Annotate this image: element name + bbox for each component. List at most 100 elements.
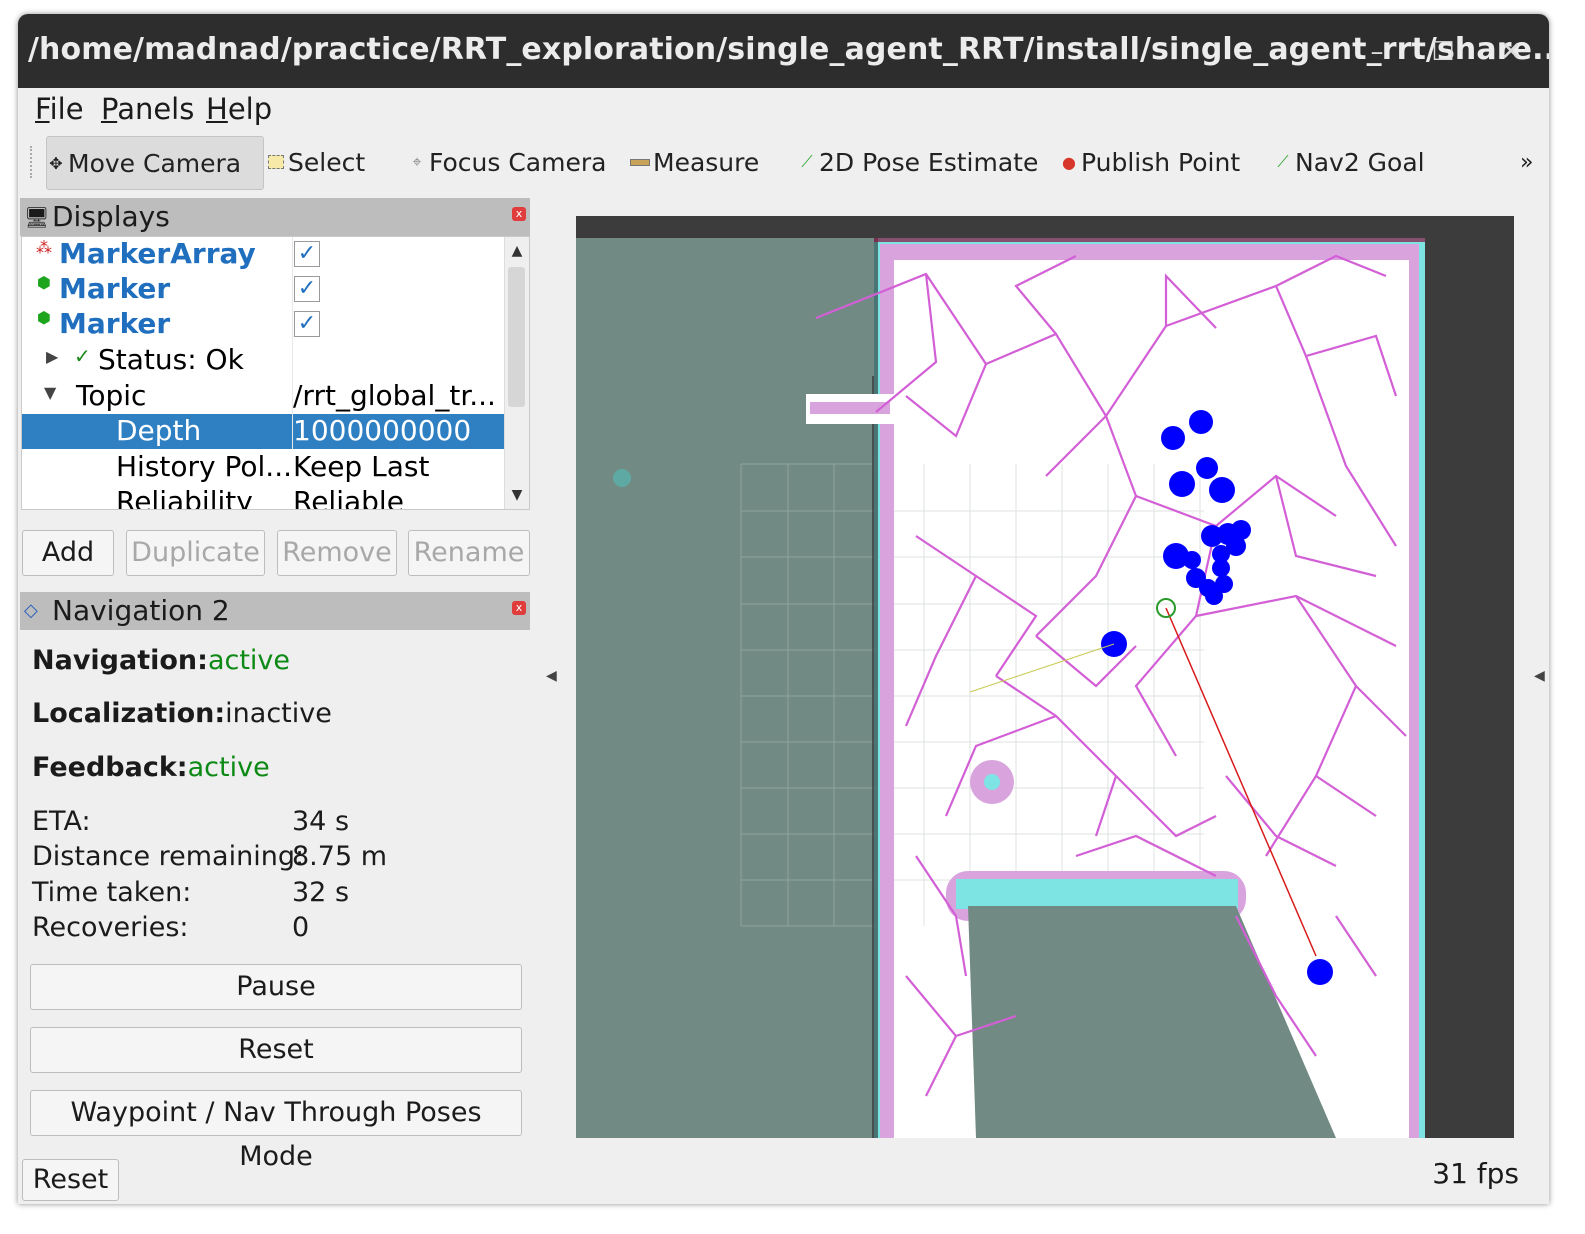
tool-measure[interactable]: Measure — [630, 136, 759, 188]
navigation-status: Navigation:active — [32, 645, 290, 676]
feedback-status-label: Feedback: — [32, 752, 188, 783]
minimize-button[interactable]: – — [1357, 32, 1397, 72]
tool-focus-camera-label: Focus Camera — [429, 147, 607, 177]
tree-row-value[interactable]: 1000000000 — [293, 414, 504, 447]
distance-remaining-label: Distance remaining: — [32, 841, 305, 872]
tree-row-value[interactable]: /rrt_global_tr... — [293, 379, 504, 412]
expand-arrow-icon[interactable]: ▶ — [46, 347, 58, 366]
tool-publish-point[interactable]: ● Publish Point — [1060, 136, 1240, 188]
status-ok-icon: ✓ — [74, 344, 91, 368]
tree-row-label: History Pol... — [116, 450, 293, 483]
add-display-button[interactable]: Add — [22, 530, 114, 576]
scroll-thumb[interactable] — [508, 267, 525, 407]
fps-readout: 31 fps — [1432, 1157, 1519, 1190]
tree-row-status[interactable]: ▶ ✓ Status: Ok — [22, 343, 504, 378]
tool-measure-label: Measure — [653, 147, 760, 177]
scroll-up-icon[interactable]: ▲ — [505, 237, 529, 265]
tool-nav2-goal-label: Nav2 Goal — [1295, 147, 1425, 177]
toolbar-overflow-button[interactable]: » — [1520, 136, 1533, 188]
tree-row-label: Status: Ok — [98, 343, 244, 376]
tree-row-topic[interactable]: ▼ Topic /rrt_global_tr... — [22, 379, 504, 414]
tool-2d-pose-estimate[interactable]: ⟋ 2D Pose Estimate — [798, 136, 1038, 188]
navigation-diamond-icon: ◇ — [24, 600, 38, 621]
feedback-status: Feedback:active — [32, 752, 270, 783]
menu-file-label: ile — [49, 92, 84, 126]
tree-row-marker[interactable]: ⬢ Marker ✓ — [22, 307, 504, 342]
toolbar-grip — [30, 146, 36, 178]
navigation-status-label: Navigation: — [32, 645, 208, 676]
scroll-down-icon[interactable]: ▼ — [505, 481, 529, 509]
menu-panels[interactable]: Panels — [101, 92, 194, 126]
duplicate-display-button[interactable]: Duplicate — [126, 530, 265, 576]
enable-checkbox[interactable]: ✓ — [294, 241, 320, 267]
tree-row-markerarray[interactable]: ⁂ MarkerArray ✓ — [22, 237, 504, 272]
monitor-icon: 🖥 — [24, 205, 50, 229]
map-pin-icon: ● — [1062, 152, 1076, 172]
menu-help-label: elp — [227, 92, 273, 126]
corridor-inflation — [810, 402, 890, 414]
navigation-panel-header: ◇ Navigation 2 x — [20, 592, 530, 630]
menu-help[interactable]: Help — [206, 92, 272, 126]
remove-display-button[interactable]: Remove — [277, 530, 397, 576]
menu-help-mnemonic: H — [206, 92, 228, 126]
tool-select[interactable]: Select — [268, 136, 365, 188]
displays-close-icon[interactable]: x — [512, 207, 526, 221]
reset-navigation-button[interactable]: Reset — [30, 1027, 522, 1073]
collapse-arrow-icon[interactable]: ▼ — [44, 383, 56, 402]
reset-time-button[interactable]: Reset — [22, 1159, 119, 1201]
tree-row-history-policy[interactable]: History Pol... Keep Last — [22, 450, 504, 485]
tree-row-label: MarkerArray — [59, 237, 256, 270]
pose-arrow-icon: ⟋ — [801, 152, 813, 171]
localization-status-label: Localization: — [32, 698, 226, 729]
localization-status: Localization:inactive — [32, 698, 332, 729]
navigation-panel-title: Navigation 2 — [52, 594, 230, 627]
tool-nav2-goal[interactable]: ⟋ Nav2 Goal — [1274, 136, 1425, 188]
time-taken-value: 32 s — [292, 877, 350, 908]
distance-remaining-value: 8.75 m — [292, 841, 388, 872]
ruler-icon — [630, 158, 650, 166]
enable-checkbox[interactable]: ✓ — [294, 276, 320, 302]
tree-row-label: Topic — [76, 379, 147, 412]
tool-2d-pose-estimate-label: 2D Pose Estimate — [819, 147, 1039, 177]
select-icon — [268, 155, 284, 169]
close-button[interactable]: ✕ — [1491, 32, 1531, 72]
enable-checkbox[interactable]: ✓ — [294, 311, 320, 337]
map-view[interactable] — [576, 216, 1514, 1138]
time-taken-label: Time taken: — [32, 877, 192, 908]
menu-panels-label: anels — [117, 92, 195, 126]
menu-file-mnemonic: F — [35, 92, 50, 126]
menu-file[interactable]: File — [35, 92, 84, 126]
displays-panel-title: Displays — [52, 200, 170, 233]
marker-icon: ⬢ — [37, 273, 51, 292]
menu-panels-mnemonic: P — [101, 92, 118, 126]
menu-bar: File Panels Help — [18, 88, 1549, 130]
markerarray-icon: ⁂ — [36, 238, 52, 257]
tree-row-marker[interactable]: ⬢ Marker ✓ — [22, 272, 504, 307]
render-viewport[interactable] — [576, 216, 1514, 1138]
tree-row-label: Reliability — [116, 485, 253, 510]
maximize-button[interactable]: ☐ — [1423, 32, 1463, 72]
waypoint-mode-button[interactable]: Waypoint / Nav Through Poses Mode — [30, 1090, 522, 1172]
rename-display-button[interactable]: Rename — [408, 530, 530, 576]
collapse-left-icon[interactable]: ◀ — [546, 668, 557, 684]
collapse-right-icon[interactable]: ◀ — [1534, 668, 1545, 684]
tree-row-depth[interactable]: Depth 1000000000 — [22, 414, 504, 449]
tree-row-label: Marker — [59, 272, 171, 305]
tree-scrollbar[interactable]: ▲ ▼ — [504, 237, 529, 509]
inner-wall-edge — [956, 879, 1238, 909]
tool-focus-camera[interactable]: ⌖ Focus Camera — [408, 136, 606, 188]
tree-row-label: Marker — [59, 307, 171, 340]
tree-row-reliability[interactable]: Reliability Reliable — [22, 485, 504, 510]
eta-value: 34 s — [292, 806, 350, 837]
tool-move-camera[interactable]: ✥ Move Camera — [46, 136, 264, 190]
move-camera-icon: ✥ — [49, 153, 63, 173]
focus-camera-icon: ⌖ — [412, 152, 422, 171]
viewport-border-top — [576, 216, 1514, 238]
tree-row-value[interactable]: Keep Last — [293, 450, 504, 483]
viewport-border-right — [1425, 238, 1514, 1138]
pause-button[interactable]: Pause — [30, 964, 522, 1010]
tree-row-value[interactable]: Reliable — [293, 485, 504, 509]
wall-top — [874, 238, 1425, 242]
navigation-close-icon[interactable]: x — [512, 601, 526, 615]
column-divider — [292, 237, 293, 450]
